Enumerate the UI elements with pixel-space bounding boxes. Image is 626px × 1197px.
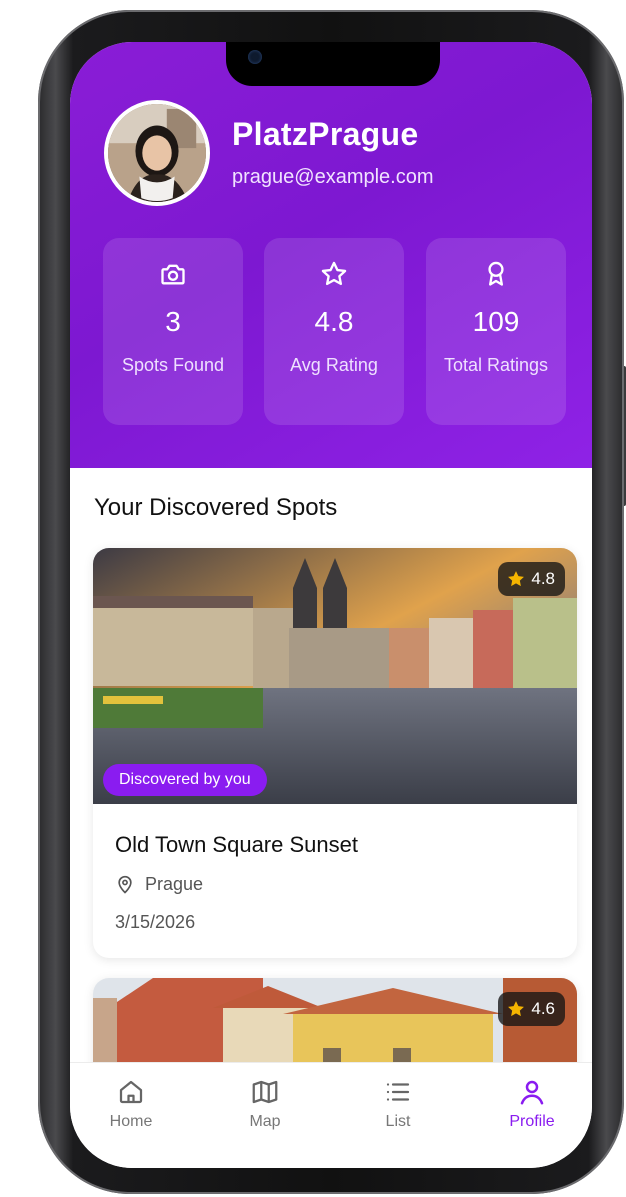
bottom-nav: Home Map List Profile xyxy=(70,1062,592,1168)
avatar-photo xyxy=(108,104,206,202)
avatar[interactable] xyxy=(104,100,210,206)
front-camera xyxy=(248,50,262,64)
nav-label: List xyxy=(385,1113,411,1130)
award-icon xyxy=(488,261,504,286)
stat-label: Avg Rating xyxy=(290,355,378,375)
camera-icon xyxy=(161,264,185,285)
location-pin-icon xyxy=(118,875,132,894)
app-screen: PlatzPrague prague@example.com 3 Spots F… xyxy=(70,42,592,1168)
map-icon xyxy=(252,1080,278,1104)
spot-date: 3/15/2026 xyxy=(115,912,196,932)
spot-title: Old Town Square Sunset xyxy=(115,832,358,857)
rating-value: 4.6 xyxy=(531,999,555,1018)
profile-email: prague@example.com xyxy=(232,166,434,188)
stat-value: 109 xyxy=(472,306,520,337)
home-icon xyxy=(119,1080,143,1104)
stat-label: Total Ratings xyxy=(443,355,549,375)
list-icon xyxy=(386,1083,410,1101)
nav-list[interactable]: List xyxy=(353,1077,443,1131)
star-icon xyxy=(508,1001,525,1017)
spot-location: Prague xyxy=(115,874,203,895)
rating-value: 4.8 xyxy=(531,569,555,588)
spot-location-label: Prague xyxy=(145,874,204,894)
star-icon xyxy=(508,571,525,587)
stat-total-ratings: 109 Total Ratings xyxy=(426,238,566,425)
nav-profile[interactable]: Profile xyxy=(487,1077,577,1131)
star-icon xyxy=(321,261,347,286)
stat-avg-rating: 4.8 Avg Rating xyxy=(264,238,404,425)
profile-header: PlatzPrague prague@example.com 3 Spots F… xyxy=(70,42,592,468)
rating-badge: 4.8 xyxy=(498,562,565,596)
stat-value: 3 xyxy=(165,306,181,337)
discovered-badge: Discovered by you xyxy=(103,764,267,796)
spot-card[interactable]: 4.8 Discovered by you Old Town Square Su… xyxy=(93,548,577,958)
nav-label: Profile xyxy=(509,1113,555,1130)
nav-map[interactable]: Map xyxy=(220,1077,310,1131)
notch xyxy=(226,42,440,86)
nav-label: Map xyxy=(249,1113,281,1130)
nav-label: Home xyxy=(109,1113,153,1130)
profile-username: PlatzPrague xyxy=(232,116,419,152)
section-title: Your Discovered Spots xyxy=(94,494,338,521)
user-icon xyxy=(520,1080,544,1105)
rating-badge: 4.6 xyxy=(498,992,565,1026)
stat-spots-found: 3 Spots Found xyxy=(103,238,243,425)
nav-home[interactable]: Home xyxy=(86,1077,176,1131)
stat-label: Spots Found xyxy=(121,355,225,375)
stat-value: 4.8 xyxy=(314,306,354,337)
